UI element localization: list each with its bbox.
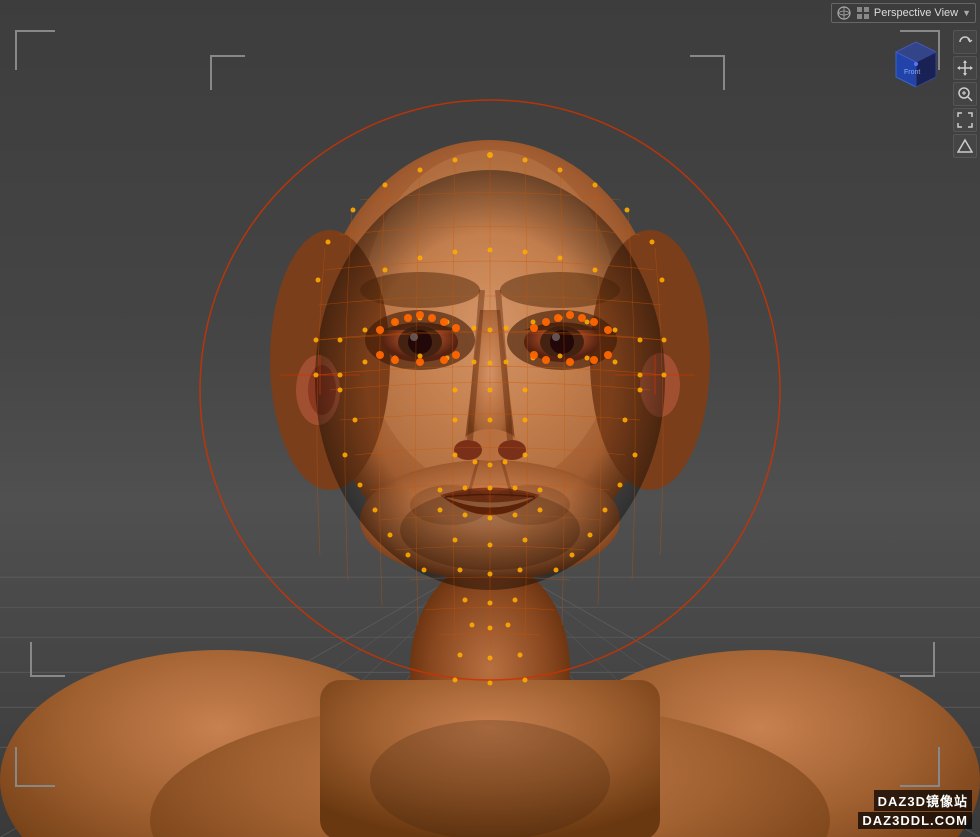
- zoom-icon: [957, 86, 973, 102]
- view-label: Perspective View: [874, 7, 958, 19]
- rotate-icon: [957, 34, 973, 50]
- watermark-line1: DAZ3D镜像站: [874, 790, 972, 811]
- 3d-figure: [0, 0, 980, 837]
- 3d-viewport[interactable]: Perspective View ▼: [0, 0, 980, 837]
- home-tool-button[interactable]: [953, 134, 977, 158]
- orientation-cube[interactable]: Front: [886, 32, 946, 92]
- pan-icon: [957, 60, 973, 76]
- watermark: DAZ3D镜像站 DAZ3DDL.COM: [858, 790, 972, 829]
- fit-icon: [957, 112, 973, 128]
- pan-tool-button[interactable]: [953, 56, 977, 80]
- up-arrow-icon: [957, 138, 973, 154]
- toolbar-top: Perspective View ▼: [0, 0, 980, 25]
- watermark-line2: DAZ3DDL.COM: [858, 812, 972, 829]
- globe-icon: [836, 5, 852, 21]
- svg-text:Front: Front: [904, 69, 920, 76]
- zoom-tool-button[interactable]: [953, 82, 977, 106]
- rotate-tool-button[interactable]: [953, 30, 977, 54]
- toolbar-right: [950, 0, 980, 162]
- fit-tool-button[interactable]: [953, 108, 977, 132]
- grid-icon: [856, 6, 870, 20]
